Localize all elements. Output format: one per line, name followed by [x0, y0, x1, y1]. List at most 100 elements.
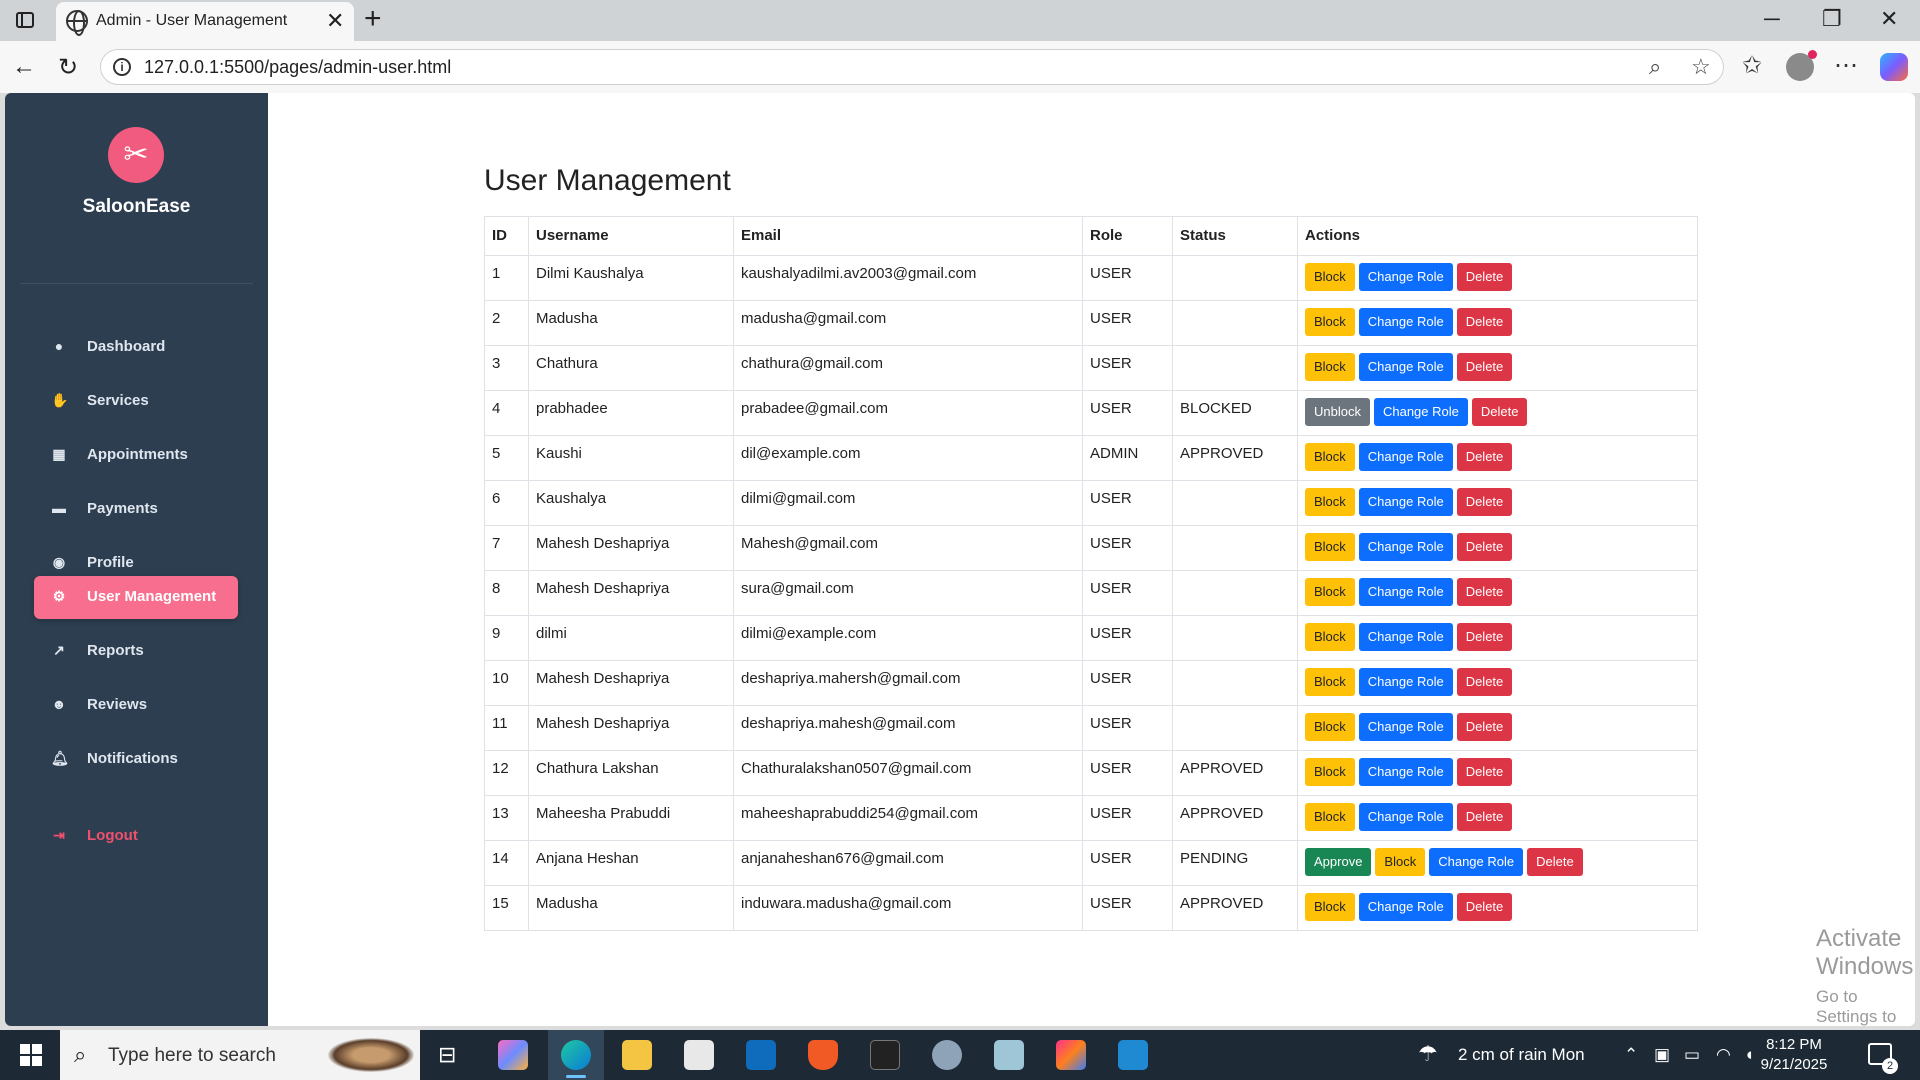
delete-button[interactable]: Delete — [1456, 713, 1513, 741]
block-button[interactable]: Block — [1305, 488, 1355, 516]
cell-email: Chathuralakshan0507@gmail.com — [733, 750, 1083, 796]
unblock-button[interactable]: Unblock — [1305, 398, 1370, 426]
delete-button[interactable]: Delete — [1456, 353, 1513, 381]
url-text[interactable]: 127.0.0.1:5500/pages/admin-user.html — [144, 57, 451, 78]
change-role-button[interactable]: Change Role — [1358, 803, 1453, 831]
cell-email: dilmi@gmail.com — [733, 480, 1083, 526]
block-button[interactable]: Block — [1305, 533, 1355, 561]
window-close-icon[interactable]: ✕ — [1880, 6, 1898, 32]
change-role-button[interactable]: Change Role — [1358, 308, 1453, 336]
address-bar[interactable]: i 127.0.0.1:5500/pages/admin-user.html ⌕… — [100, 49, 1724, 85]
cell-role: USER — [1082, 660, 1173, 706]
edge-icon[interactable] — [561, 1040, 591, 1070]
site-info-icon[interactable]: i — [113, 58, 131, 76]
taskbar-search[interactable]: ⌕ Type here to search — [60, 1030, 420, 1080]
cell-username: Anjana Heshan — [528, 840, 734, 886]
back-icon[interactable]: ← — [12, 53, 36, 81]
chevron-up-icon[interactable]: ⌃ — [1624, 1045, 1638, 1065]
delete-button[interactable]: Delete — [1456, 668, 1513, 696]
block-button[interactable]: Block — [1305, 803, 1355, 831]
app-icon[interactable] — [932, 1040, 962, 1070]
block-button[interactable]: Block — [1305, 668, 1355, 696]
tab-close-icon[interactable]: ✕ — [326, 8, 344, 34]
block-button[interactable]: Block — [1305, 623, 1355, 651]
more-menu-icon[interactable]: ⋯ — [1834, 51, 1858, 80]
meet-icon[interactable]: ▣ — [1654, 1045, 1670, 1065]
windows-start-icon[interactable] — [20, 1044, 42, 1066]
delete-button[interactable]: Delete — [1456, 803, 1513, 831]
task-view-icon[interactable]: ⊟ — [438, 1042, 456, 1068]
change-role-button[interactable]: Change Role — [1358, 578, 1453, 606]
minimize-icon[interactable]: ─ — [1764, 6, 1780, 32]
delete-button[interactable]: Delete — [1456, 443, 1513, 471]
sidebar-item-appointments[interactable]: ▦ Appointments — [34, 434, 238, 477]
browser-tab[interactable]: Admin - User Management ✕ — [56, 2, 354, 41]
delete-button[interactable]: Delete — [1456, 758, 1513, 786]
delete-button[interactable]: Delete — [1456, 623, 1513, 651]
tab-actions-icon[interactable] — [16, 12, 34, 28]
sidebar-item-logout[interactable]: ⇥ Logout — [34, 815, 238, 858]
file-explorer-icon[interactable] — [622, 1040, 652, 1070]
change-role-button[interactable]: Change Role — [1373, 398, 1468, 426]
delete-button[interactable]: Delete — [1456, 533, 1513, 561]
change-role-button[interactable]: Change Role — [1358, 533, 1453, 561]
block-button[interactable]: Block — [1305, 758, 1355, 786]
block-button[interactable]: Block — [1305, 263, 1355, 291]
block-button[interactable]: Block — [1305, 353, 1355, 381]
block-button[interactable]: Block — [1305, 578, 1355, 606]
profile-avatar[interactable] — [1786, 50, 1817, 81]
change-role-button[interactable]: Change Role — [1358, 353, 1453, 381]
delete-button[interactable]: Delete — [1456, 893, 1513, 921]
sidebar-item-user-management[interactable]: ⚙ User Management — [34, 576, 238, 619]
delete-button[interactable]: Delete — [1456, 263, 1513, 291]
delete-button[interactable]: Delete — [1471, 398, 1528, 426]
delete-button[interactable]: Delete — [1527, 848, 1583, 876]
sidebar-item-reports[interactable]: ↗ Reports — [34, 630, 238, 673]
intellij-icon[interactable] — [1056, 1040, 1086, 1070]
weather-text[interactable]: 2 cm of rain Mon — [1458, 1045, 1585, 1065]
clock-date: 9/21/2025 — [1760, 1056, 1828, 1073]
change-role-button[interactable]: Change Role — [1358, 758, 1453, 786]
zoom-icon[interactable]: ⌕ — [1649, 54, 1661, 80]
wifi-icon[interactable]: ◠ — [1716, 1045, 1731, 1065]
change-role-button[interactable]: Change Role — [1358, 713, 1453, 741]
delete-button[interactable]: Delete — [1456, 308, 1513, 336]
block-button[interactable]: Block — [1305, 893, 1355, 921]
change-role-button[interactable]: Change Role — [1358, 668, 1453, 696]
approve-button[interactable]: Approve — [1305, 848, 1372, 876]
table-row: 14 Anjana Heshan anjanaheshan676@gmail.com… — [484, 840, 1698, 886]
taskbar-clock[interactable]: 8:12 PM 9/21/2025 — [1752, 1035, 1836, 1075]
change-role-button[interactable]: Change Role — [1358, 623, 1453, 651]
favorites-icon[interactable]: ✩ — [1742, 51, 1762, 80]
delete-button[interactable]: Delete — [1456, 488, 1513, 516]
block-button[interactable]: Block — [1375, 848, 1426, 876]
mysql-icon[interactable] — [870, 1040, 900, 1070]
change-role-button[interactable]: Change Role — [1358, 263, 1453, 291]
sidebar-item-reviews[interactable]: ☻ Reviews — [34, 684, 238, 727]
change-role-button[interactable]: Change Role — [1358, 488, 1453, 516]
vscode-icon[interactable] — [1118, 1040, 1148, 1070]
store-icon[interactable] — [684, 1040, 714, 1070]
copilot-taskbar-icon[interactable] — [498, 1040, 528, 1070]
block-button[interactable]: Block — [1305, 308, 1355, 336]
reload-icon[interactable]: ↻ — [58, 53, 78, 82]
battery-icon[interactable]: ▭ — [1684, 1045, 1700, 1065]
new-tab-icon[interactable]: + — [364, 2, 382, 36]
brave-icon[interactable] — [808, 1040, 838, 1070]
copilot-icon[interactable] — [1880, 53, 1908, 81]
block-button[interactable]: Block — [1305, 443, 1355, 471]
outlook-icon[interactable] — [746, 1040, 776, 1070]
change-role-button[interactable]: Change Role — [1358, 893, 1453, 921]
change-role-button[interactable]: Change Role — [1358, 443, 1453, 471]
block-button[interactable]: Block — [1305, 713, 1355, 741]
sidebar-item-services[interactable]: ✋ Services — [34, 380, 238, 423]
sidebar-item-notifications[interactable]: 🔔︎ Notifications — [34, 738, 238, 781]
restore-icon[interactable]: ❐ — [1822, 6, 1842, 32]
favorite-star-icon[interactable]: ☆ — [1691, 54, 1711, 80]
delete-button[interactable]: Delete — [1456, 578, 1513, 606]
notepad-icon[interactable] — [994, 1040, 1024, 1070]
cell-username: Mahesh Deshapriya — [528, 525, 734, 571]
sidebar-item-dashboard[interactable]: ● Dashboard — [34, 326, 238, 369]
change-role-button[interactable]: Change Role — [1429, 848, 1524, 876]
sidebar-item-payments[interactable]: ▬ Payments — [34, 488, 238, 531]
